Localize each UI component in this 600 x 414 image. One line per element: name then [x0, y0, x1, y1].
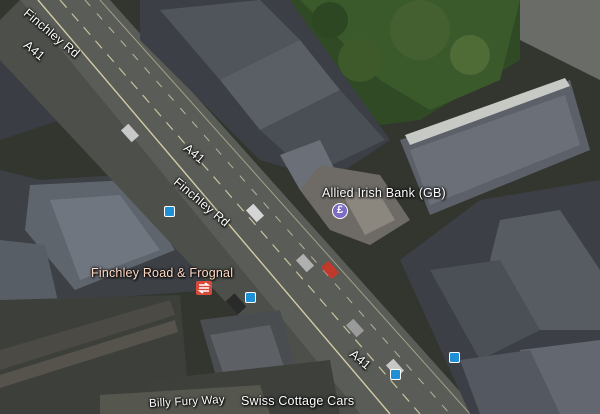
bus-stop-icon[interactable] [390, 369, 401, 380]
bus-stop-icon[interactable] [164, 206, 175, 217]
bus-stop-icon[interactable] [245, 292, 256, 303]
bus-stop-icon[interactable] [449, 352, 460, 363]
poi-label-swiss-cottage-cars[interactable]: Swiss Cottage Cars [241, 394, 354, 408]
satellite-map[interactable]: Finchley Rd A41 A41 Finchley Rd A41 Bill… [0, 0, 600, 414]
poi-label-finchley-road-frognal-station[interactable]: Finchley Road & Frognal [91, 266, 233, 280]
map-imagery [0, 0, 600, 414]
poi-label-allied-irish-bank[interactable]: Allied Irish Bank (GB) [322, 186, 446, 200]
national-rail-icon[interactable] [196, 281, 212, 295]
pound-bank-icon[interactable]: £ [332, 203, 348, 219]
